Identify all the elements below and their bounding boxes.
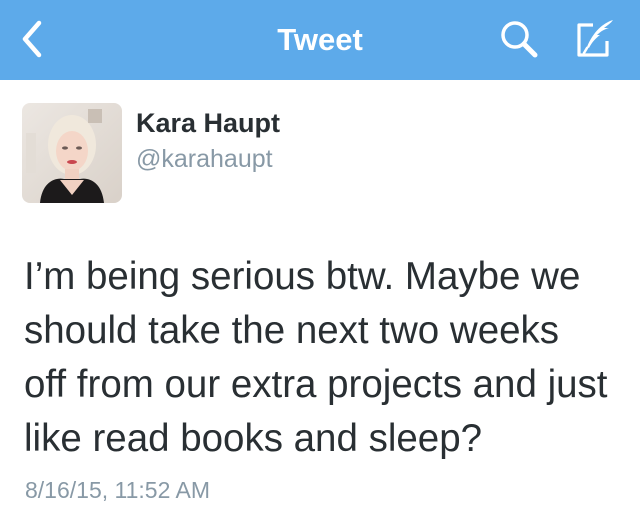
- top-navigation-bar: Tweet: [0, 0, 640, 80]
- compose-icon: [577, 20, 613, 57]
- author-avatar[interactable]: [22, 103, 122, 203]
- tweet-detail-screen: Tweet Kara Haupt @karahaupt I’m being se…: [0, 0, 640, 515]
- compose-button[interactable]: [566, 14, 626, 64]
- author-handle[interactable]: @karahaupt: [136, 143, 273, 175]
- tweet-text: I’m being serious btw. Maybe we should t…: [24, 255, 608, 460]
- avatar-photo: [22, 103, 122, 203]
- search-button[interactable]: [490, 14, 548, 64]
- search-icon: [501, 21, 538, 58]
- tweet-timestamp: 8/16/15, 11:52 AM: [25, 477, 210, 503]
- author-name[interactable]: Kara Haupt: [136, 106, 280, 140]
